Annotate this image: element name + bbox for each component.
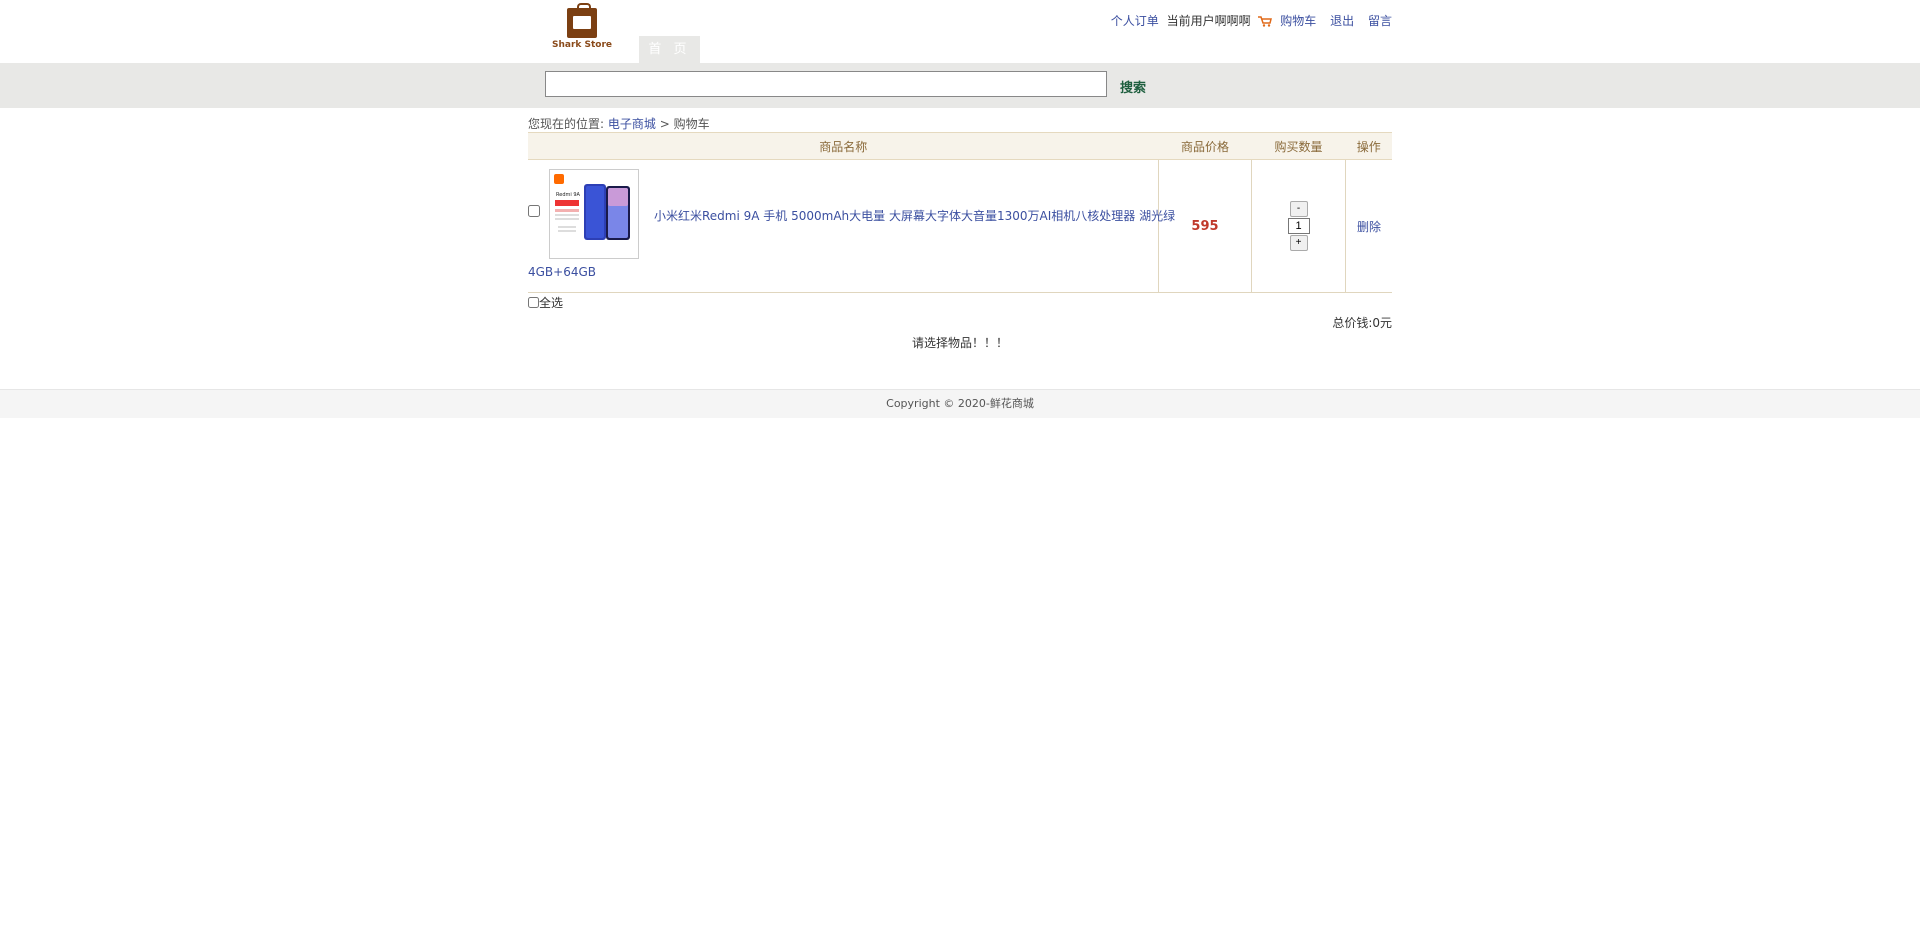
store-logo[interactable]: Shark Store [552, 3, 613, 52]
cart-icon [1258, 16, 1273, 27]
total-price: 总价钱:0元 [1332, 316, 1392, 330]
search-bar: 搜索 [0, 63, 1920, 108]
selection-notice: 请选择物品！！！ [911, 336, 1008, 350]
item-select-checkbox[interactable] [528, 205, 540, 217]
col-header-price: 商品价格 [1158, 132, 1252, 160]
col-header-name: 商品名称 [528, 132, 1159, 160]
quantity-input[interactable] [1287, 218, 1310, 234]
site-footer: Copyright © 2020-鲜花商城 [0, 389, 1920, 418]
top-links: 个人订单 当前用户啊啊啊 购物车 退出 留言 [1107, 12, 1392, 29]
quantity-stepper: - + [1251, 159, 1346, 293]
nav-home-tab[interactable]: 首 页 [639, 36, 700, 63]
col-header-action: 操作 [1345, 132, 1392, 160]
cart-row: Redmi 9A 小米红米Redmi 9A 手机 5000mAh大电量 大屏幕大… [528, 159, 1392, 293]
orders-link[interactable]: 个人订单 [1111, 14, 1159, 28]
search-button[interactable]: 搜索 [1120, 77, 1146, 96]
col-header-quantity: 购买数量 [1251, 132, 1346, 160]
cart-link[interactable]: 购物车 [1280, 14, 1316, 28]
breadcrumb-home-link[interactable]: 电子商城 [608, 117, 656, 131]
increase-quantity-button[interactable]: + [1289, 235, 1308, 251]
breadcrumb: 您现在的位置: 电子商城 > 购物车 [528, 116, 1392, 132]
logo-text: Shark Store [552, 40, 613, 50]
cart-table: 商品名称 商品价格 购买数量 操作 Redmi 9A 小米红米Redmi 9A … [528, 132, 1392, 293]
current-user-label: 当前用户啊啊啊 [1166, 14, 1251, 28]
copyright-text: Copyright © 2020-鲜花商城 [886, 397, 1034, 410]
product-thumbnail[interactable]: Redmi 9A [549, 169, 639, 259]
action-cell: 删除 [1345, 159, 1392, 293]
select-all-checkbox[interactable] [528, 297, 539, 308]
delete-item-link[interactable]: 删除 [1357, 220, 1381, 234]
cart-item-name-cell: Redmi 9A 小米红米Redmi 9A 手机 5000mAh大电量 大屏幕大… [528, 159, 1175, 293]
decrease-quantity-button[interactable]: - [1289, 201, 1308, 217]
breadcrumb-prefix: 您现在的位置: [528, 117, 605, 131]
thumb-brand-text: Redmi 9A [556, 192, 581, 198]
cart-table-header: 商品名称 商品价格 购买数量 操作 [528, 132, 1392, 160]
product-spec-link[interactable]: 4GB+64GB [528, 265, 596, 279]
product-name-link[interactable]: 小米红米Redmi 9A 手机 5000mAh大电量 大屏幕大字体大音量1300… [654, 207, 1175, 224]
item-price: 595 [1158, 159, 1252, 293]
site-header: Shark Store 首 页 个人订单 当前用户啊啊啊 购物车 退出 留言 [528, 0, 1392, 63]
message-link[interactable]: 留言 [1368, 14, 1392, 28]
search-input[interactable] [545, 71, 1107, 97]
select-all-row: 全选 [528, 295, 1392, 311]
breadcrumb-separator: > [659, 117, 670, 131]
breadcrumb-current: 购物车 [673, 117, 710, 131]
select-all-label: 全选 [539, 296, 564, 310]
store-logo-icon [567, 3, 597, 38]
logout-link[interactable]: 退出 [1330, 14, 1354, 28]
